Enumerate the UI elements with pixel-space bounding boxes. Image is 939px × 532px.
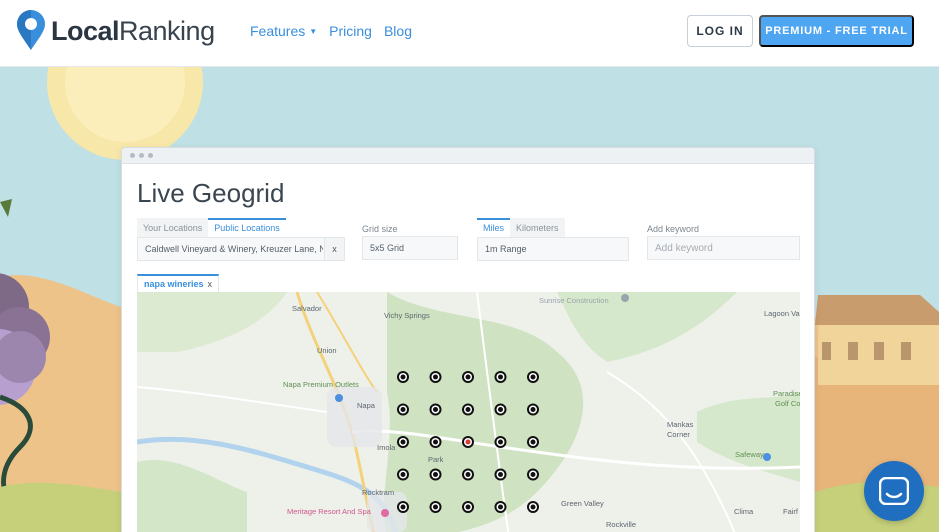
tab-kilometers[interactable]: Kilometers xyxy=(510,218,565,237)
brand-name-bold: Local xyxy=(51,15,120,46)
grid-size-select[interactable]: 5x5 Grid xyxy=(362,236,458,260)
map-label: Lagoon Va xyxy=(764,309,800,318)
tab-public-locations[interactable]: Public Locations xyxy=(208,218,286,237)
grid-marker[interactable] xyxy=(494,468,507,481)
map-label: Golf Co xyxy=(775,399,800,408)
grid-marker[interactable] xyxy=(527,371,539,383)
map-label: Clima xyxy=(734,507,754,516)
map-label: Mankas xyxy=(667,420,694,429)
location-selector: Your Locations Public Locations Caldwell… xyxy=(137,218,345,261)
poi-pin-icon xyxy=(335,394,343,402)
grid-marker[interactable] xyxy=(527,403,539,416)
grid-marker[interactable] xyxy=(527,436,539,448)
chat-icon xyxy=(879,477,909,505)
grid-size-label: Grid size xyxy=(362,224,398,234)
window-titlebar xyxy=(122,148,814,164)
nav-item-features[interactable]: Features ▼ xyxy=(250,23,317,39)
map-label: Sunrise Construction xyxy=(539,296,609,305)
map-label: Corner xyxy=(667,430,690,439)
grid-marker[interactable] xyxy=(462,501,474,513)
grid-marker[interactable] xyxy=(429,371,442,383)
map-label: Imola xyxy=(377,443,396,452)
grid-size-selector: Grid size 5x5 Grid xyxy=(362,218,460,260)
map-label: Union xyxy=(317,346,337,355)
poi-pin-icon xyxy=(381,509,389,517)
grid-marker[interactable] xyxy=(462,403,474,416)
app-preview-window: Live Geogrid Your Locations Public Locat… xyxy=(121,147,815,532)
brand-name-light: Ranking xyxy=(119,15,215,46)
clear-location-button[interactable]: x xyxy=(324,238,344,260)
range-selector: Miles Kilometers 1m Range xyxy=(477,218,629,261)
nav-item-blog[interactable]: Blog xyxy=(384,23,412,39)
tab-miles[interactable]: Miles xyxy=(477,218,511,237)
grid-marker[interactable] xyxy=(397,371,409,383)
grid-marker[interactable] xyxy=(429,436,442,448)
brand-logo[interactable]: LocalRanking xyxy=(14,10,224,52)
grid-marker[interactable] xyxy=(494,371,507,383)
grid-marker[interactable] xyxy=(494,501,507,513)
map-pin-icon xyxy=(17,10,45,50)
chevron-down-icon: ▼ xyxy=(309,26,318,36)
house-illustration xyxy=(815,295,939,385)
poi-pin-icon xyxy=(621,294,629,302)
page-title: Live Geogrid xyxy=(137,178,285,208)
grid-marker[interactable] xyxy=(527,468,539,481)
grid-marker[interactable] xyxy=(397,403,409,416)
grid-marker[interactable] xyxy=(429,468,442,481)
map-canvas[interactable]: Salvador Vichy Springs Sunrise Constructio… xyxy=(137,292,800,532)
grid-marker[interactable] xyxy=(429,403,442,416)
nav-item-label: Features xyxy=(250,23,306,39)
remove-keyword-button[interactable]: x xyxy=(208,279,213,289)
map-label: Paradise Va xyxy=(773,389,800,398)
tab-your-locations[interactable]: Your Locations xyxy=(137,218,209,237)
grid-marker[interactable] xyxy=(462,468,474,481)
grid-marker[interactable] xyxy=(397,501,409,513)
nav-item-pricing[interactable]: Pricing xyxy=(329,23,372,39)
grid-marker[interactable] xyxy=(397,468,409,481)
location-value: Caldwell Vineyard & Winery, Kreuzer Lane… xyxy=(145,244,323,254)
nav-item-label: Pricing xyxy=(329,23,372,39)
window-dot-icon xyxy=(130,153,135,158)
map-label: Napa xyxy=(357,401,376,410)
map-label: Napa Premium Outlets xyxy=(283,380,359,389)
grid-marker[interactable] xyxy=(494,403,507,416)
keyword-adder: Add keyword xyxy=(647,218,800,260)
window-dot-icon xyxy=(139,153,144,158)
map-label: Safeway xyxy=(735,450,764,459)
geogrid-map[interactable]: Salvador Vichy Springs Sunrise Constructio… xyxy=(137,292,800,532)
map-label: Rocktram xyxy=(362,488,394,497)
map-label: Rockville xyxy=(606,520,636,529)
premium-trial-button[interactable]: PREMIUM - FREE TRIAL xyxy=(759,15,914,47)
site-header: LocalRanking Features ▼ Pricing Blog LOG… xyxy=(0,0,939,67)
range-select[interactable]: 1m Range xyxy=(477,237,629,261)
grid-marker[interactable] xyxy=(462,371,474,383)
keyword-input[interactable] xyxy=(647,236,800,260)
grid-marker[interactable] xyxy=(397,436,409,448)
poi-pin-icon xyxy=(763,453,771,461)
nav-item-label: Blog xyxy=(383,23,412,39)
grid-marker[interactable] xyxy=(494,436,507,448)
keyword-chip-label: napa wineries xyxy=(144,279,204,289)
chat-widget-button[interactable] xyxy=(864,461,924,521)
map-label: Meritage Resort And Spa xyxy=(287,507,372,516)
unit-tabs: Miles Kilometers xyxy=(477,218,629,237)
login-button[interactable]: LOG IN xyxy=(687,15,753,47)
main-nav: Features ▼ Pricing Blog xyxy=(250,23,412,39)
keyword-chip[interactable]: napa wineries x xyxy=(137,274,220,292)
map-label: Vichy Springs xyxy=(384,311,430,320)
location-tabs: Your Locations Public Locations xyxy=(137,218,345,237)
map-label: Green Valley xyxy=(561,499,604,508)
grid-marker[interactable] xyxy=(527,501,539,513)
keyword-label: Add keyword xyxy=(647,224,700,234)
location-field[interactable]: Caldwell Vineyard & Winery, Kreuzer Lane… xyxy=(137,237,345,261)
window-dot-icon xyxy=(148,153,153,158)
map-label: Park xyxy=(428,455,444,464)
map-label: Fairf xyxy=(783,507,799,516)
grid-marker-center[interactable] xyxy=(462,436,474,448)
grid-marker[interactable] xyxy=(429,501,442,513)
brand-name: LocalRanking xyxy=(51,16,215,47)
map-label: Salvador xyxy=(292,304,322,313)
